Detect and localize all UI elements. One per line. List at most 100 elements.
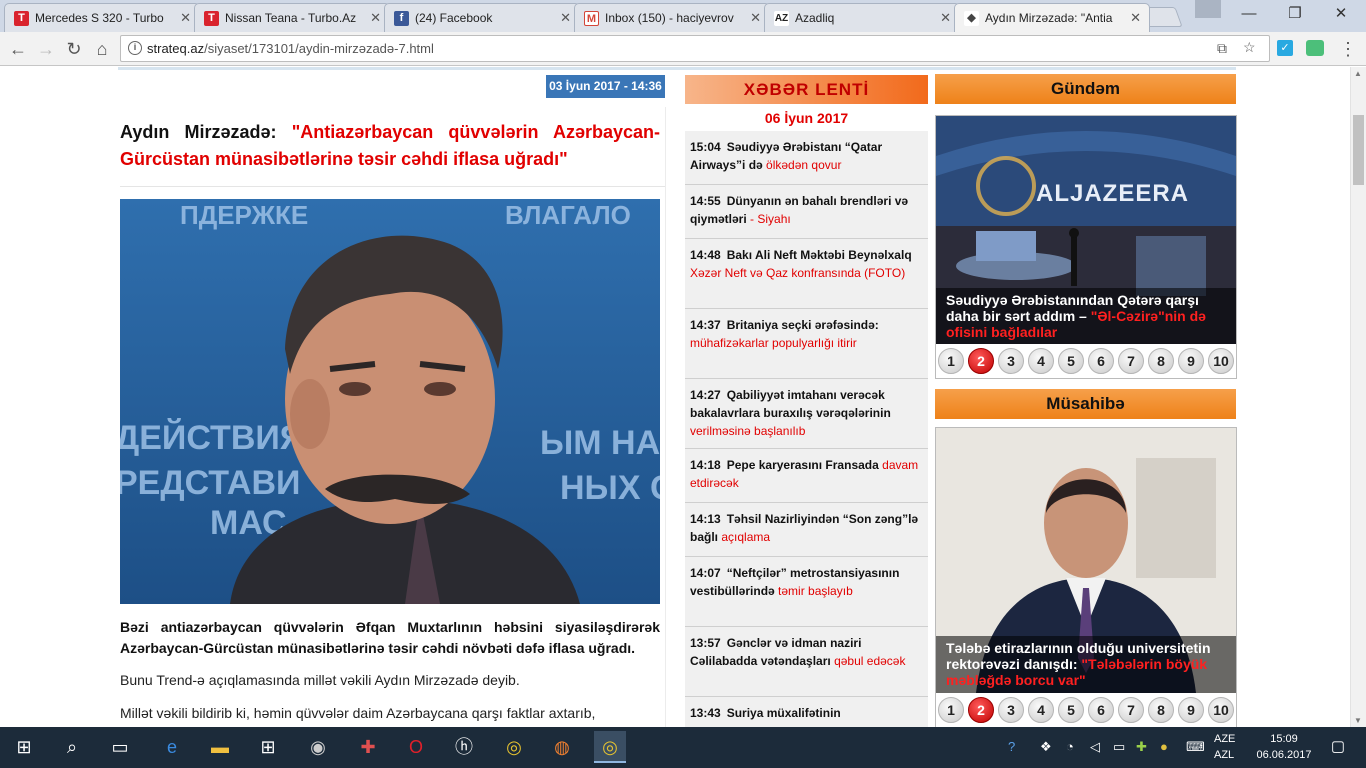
tab-gmail[interactable]: M Inbox (150) - haciyevrov ✕	[574, 3, 770, 32]
clock-date[interactable]: 06.06.2017	[1254, 749, 1314, 761]
profile-icon[interactable]	[1195, 0, 1221, 18]
minimize-icon[interactable]: —	[1226, 0, 1272, 30]
news-item[interactable]: 15:04 Səudiyyə Ərəbistanı “Qatar Airways”…	[685, 131, 928, 185]
news-item[interactable]: 14:48 Bakı Ali Neft Məktəbi Beynəlxalq Xə…	[685, 239, 928, 309]
battery-icon[interactable]: ▭	[1113, 739, 1125, 755]
wifi-icon[interactable]: ◔	[1066, 739, 1074, 754]
windows-start-icon[interactable]: ⊞	[8, 731, 40, 763]
reload-icon[interactable]: ↻	[62, 37, 86, 61]
tab-nissan[interactable]: T Nissan Teana - Turbo.Az ✕	[194, 3, 390, 32]
chrome-icon[interactable]: ◎	[498, 731, 530, 763]
tab-mercedes[interactable]: T Mercedes S 320 - Turbo ✕	[4, 3, 200, 32]
close-icon[interactable]: ✕	[1130, 10, 1141, 26]
language-indicator[interactable]: AZE	[1214, 733, 1235, 745]
page-button[interactable]: 9	[1178, 697, 1204, 723]
addon-icon[interactable]: ✚	[1136, 739, 1147, 755]
edge-icon[interactable]: e	[156, 731, 188, 763]
news-highlight[interactable]: mühafizəkarlar populyarlığı itirir	[690, 336, 857, 350]
page-button[interactable]: 1	[938, 697, 964, 723]
news-item[interactable]: 14:27 Qabiliyyət imtahanı verəcək bakalav…	[685, 379, 928, 449]
clock-time[interactable]: 15:09	[1254, 733, 1314, 745]
scrollbar-thumb[interactable]	[1353, 115, 1364, 185]
address-bar[interactable]: i strateq.az/siyaset/173101/aydin-mirzəz…	[120, 35, 1270, 62]
news-highlight[interactable]: təmir başlayıb	[778, 584, 853, 598]
firefox-icon[interactable]: ◍	[546, 731, 578, 763]
page-button-selected[interactable]: 2	[968, 697, 994, 723]
news-item[interactable]: 13:57 Gənclər və idman naziri Cəlilabadda…	[685, 627, 928, 697]
security-icon[interactable]: ●	[1160, 739, 1168, 754]
close-icon[interactable]: ✕	[750, 10, 761, 26]
page-scrollbar[interactable]: ▲ ▼	[1350, 67, 1366, 727]
news-headline[interactable]: Pepe karyerasını Fransada	[727, 458, 879, 472]
page-button[interactable]: 4	[1028, 697, 1054, 723]
back-arrow-icon[interactable]: ←	[6, 37, 30, 61]
chrome-menu-icon[interactable]: ⋮	[1336, 37, 1360, 61]
page-button[interactable]: 1	[938, 348, 964, 374]
news-item[interactable]: 14:07 “Neftçilər” metrostansiyasının vest…	[685, 557, 928, 627]
close-icon[interactable]: ✕	[370, 10, 381, 26]
translate-icon[interactable]: ⧉	[1217, 40, 1227, 57]
news-highlight[interactable]: qəbul edəcək	[834, 654, 905, 668]
tab-strateq-active[interactable]: ◆ Aydın Mirzəzadə: "Antia ✕	[954, 3, 1150, 32]
page-button[interactable]: 4	[1028, 348, 1054, 374]
news-item[interactable]: 14:13 Təhsil Nazirliyindən “Son zəng”lə b…	[685, 503, 928, 557]
page-button-selected[interactable]: 2	[968, 348, 994, 374]
restore-icon[interactable]: ❐	[1272, 0, 1318, 30]
news-highlight[interactable]: Xəzər Neft və Qaz konfransında (FOTO)	[690, 266, 905, 280]
help-icon[interactable]: ?	[1008, 739, 1015, 754]
news-item[interactable]: 13:43 Suriya müxalifətinin	[685, 697, 928, 727]
page-button[interactable]: 5	[1058, 348, 1084, 374]
keyboard-layout-indicator[interactable]: AZL	[1214, 749, 1234, 761]
news-item[interactable]: 14:55 Dünyanın ən bahalı brendləri və qiy…	[685, 185, 928, 239]
page-button[interactable]: 7	[1118, 348, 1144, 374]
dropbox-icon[interactable]: ❖	[1040, 739, 1052, 755]
scroll-down-icon[interactable]: ▼	[1354, 716, 1362, 725]
info-icon[interactable]: i	[128, 41, 142, 55]
news-headline[interactable]: Dünyanın ən bahalı brendləri və qiymətlə…	[690, 194, 908, 226]
forward-arrow-icon[interactable]: →	[34, 37, 58, 61]
volume-icon[interactable]: ◁	[1090, 739, 1100, 755]
close-icon[interactable]: ✕	[940, 10, 951, 26]
news-item[interactable]: 14:37 Britaniya seçki ərəfəsində: mühafiz…	[685, 309, 928, 379]
notifications-icon[interactable]: ▢	[1322, 731, 1354, 763]
search-icon[interactable]: ⌕	[56, 731, 88, 763]
paint-app-icon[interactable]: ✚	[352, 731, 384, 763]
page-button[interactable]: 10	[1208, 348, 1234, 374]
page-button[interactable]: 3	[998, 348, 1024, 374]
scroll-up-icon[interactable]: ▲	[1354, 69, 1362, 78]
keyboard-icon[interactable]: ⌨	[1186, 739, 1205, 755]
close-icon[interactable]: ✕	[180, 10, 191, 26]
news-highlight[interactable]: ölkədən qovur	[766, 158, 841, 172]
page-button[interactable]: 10	[1208, 697, 1234, 723]
store-icon[interactable]: ⊞	[252, 731, 284, 763]
task-view-icon[interactable]: ▭	[104, 731, 136, 763]
file-explorer-icon[interactable]: ▬	[204, 731, 236, 763]
tab-azadliq[interactable]: AZ Azadliq ✕	[764, 3, 960, 32]
page-button[interactable]: 6	[1088, 348, 1114, 374]
close-icon[interactable]: ✕	[560, 10, 571, 26]
chrome-active-icon[interactable]: ◎	[594, 731, 626, 763]
page-button[interactable]: 6	[1088, 697, 1114, 723]
page-button[interactable]: 5	[1058, 697, 1084, 723]
tab-facebook[interactable]: f (24) Facebook ✕	[384, 3, 580, 32]
extension-check-icon[interactable]: ✓	[1277, 40, 1293, 56]
webcam-icon[interactable]: ◉	[302, 731, 334, 763]
news-highlight[interactable]: - Siyahı	[750, 212, 791, 226]
musahibe-caption[interactable]: Tələbə etirazlarının olduğu universiteti…	[936, 636, 1236, 693]
gundem-caption[interactable]: Səudiyyə Ərəbistanından Qətərə qarşı dah…	[936, 288, 1236, 344]
page-button[interactable]: 8	[1148, 697, 1174, 723]
page-button[interactable]: 8	[1148, 348, 1174, 374]
news-headline[interactable]: Bakı Ali Neft Məktəbi Beynəlxalq	[727, 248, 912, 262]
extension-audio-icon[interactable]	[1306, 40, 1324, 56]
page-button[interactable]: 9	[1178, 348, 1204, 374]
bookmark-star-icon[interactable]: ☆	[1243, 39, 1256, 56]
hp-icon[interactable]: ⓗ	[448, 731, 480, 763]
news-highlight[interactable]: verilməsinə başlanılıb	[690, 424, 805, 438]
home-icon[interactable]: ⌂	[90, 37, 114, 61]
news-headline[interactable]: Suriya müxalifətinin	[727, 706, 841, 720]
page-button[interactable]: 7	[1118, 697, 1144, 723]
window-close-icon[interactable]: ✕	[1318, 0, 1364, 30]
news-headline[interactable]: Britaniya seçki ərəfəsində:	[727, 318, 879, 332]
news-highlight[interactable]: açıqlama	[721, 530, 770, 544]
page-button[interactable]: 3	[998, 697, 1024, 723]
